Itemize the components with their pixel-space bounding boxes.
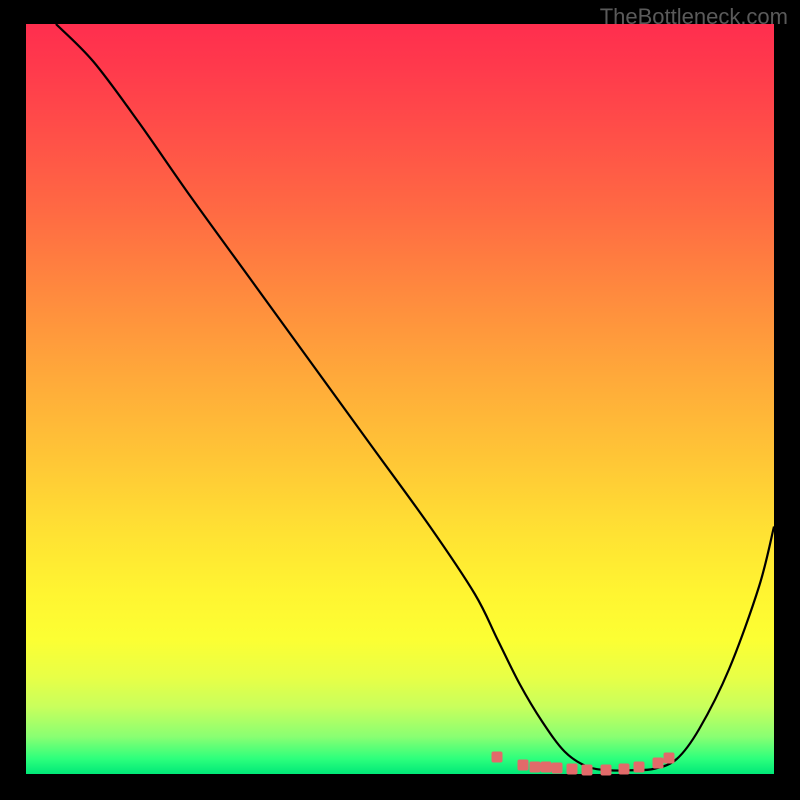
chart-marker-dot: [634, 762, 645, 773]
chart-marker-dot: [518, 760, 529, 771]
chart-plot-area: [26, 24, 774, 774]
chart-marker-dot: [582, 764, 593, 775]
chart-marker-dot: [664, 752, 675, 763]
chart-marker-dot: [552, 763, 563, 774]
chart-flat-markers: [26, 24, 774, 774]
chart-marker-dot: [653, 757, 664, 768]
chart-marker-dot: [540, 762, 551, 773]
chart-marker-dot: [600, 764, 611, 775]
watermark-text: TheBottleneck.com: [600, 4, 788, 30]
chart-marker-dot: [567, 763, 578, 774]
chart-marker-dot: [529, 761, 540, 772]
chart-marker-dot: [619, 763, 630, 774]
chart-marker-dot: [492, 751, 503, 762]
